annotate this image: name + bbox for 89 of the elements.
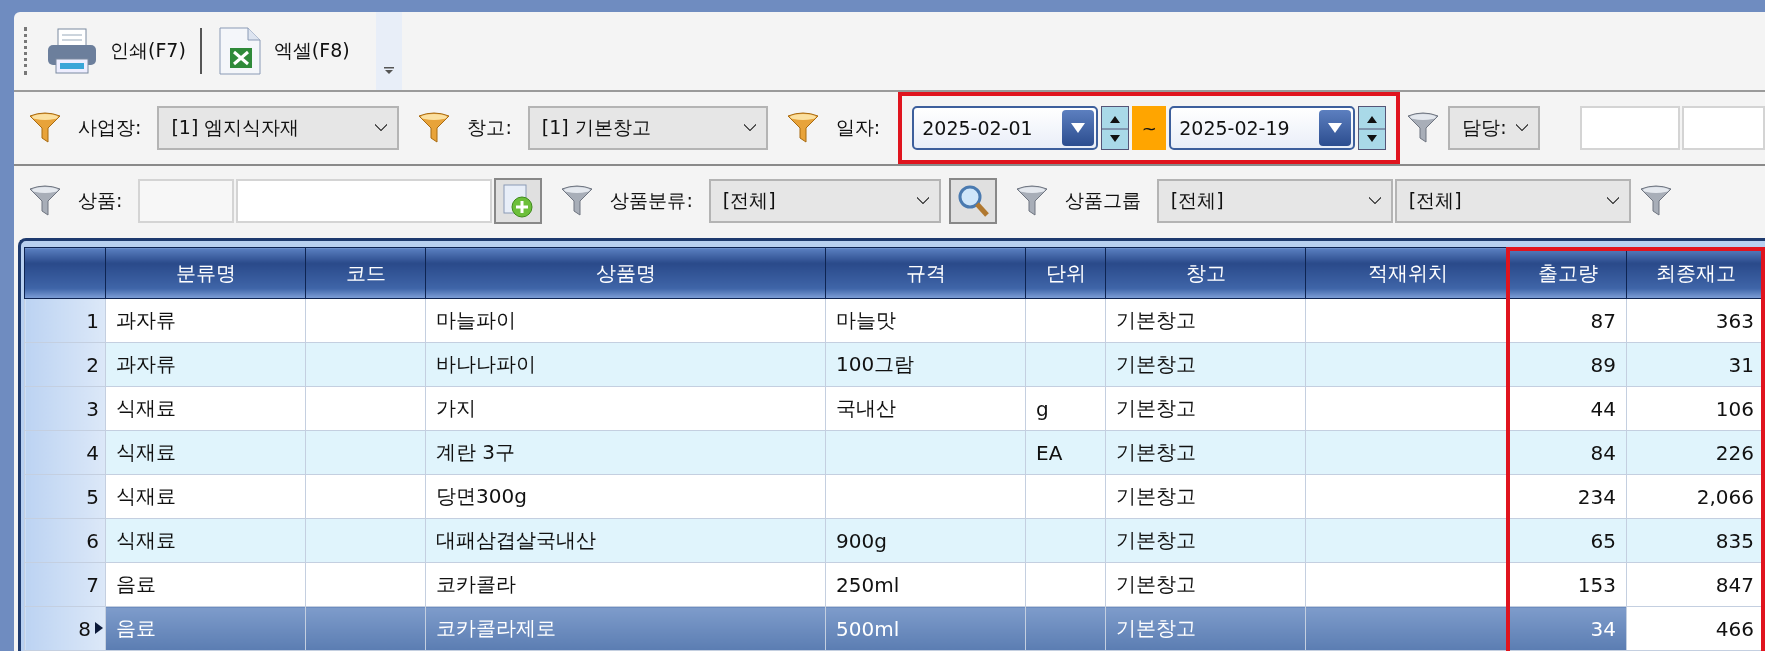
- row-number[interactable]: 2: [24, 342, 106, 387]
- table-cell: 식재료: [105, 430, 306, 475]
- dropdown[interactable]: [전체]: [1394, 179, 1631, 223]
- date-field[interactable]: 2025-02-19: [1169, 106, 1356, 150]
- input-field[interactable]: [1580, 106, 1681, 150]
- table-cell: 가지: [425, 386, 826, 431]
- dropdown[interactable]: [1] 기본창고: [527, 106, 768, 150]
- table-cell: 계란 3구: [425, 430, 826, 475]
- filter-label: 사업장:: [78, 115, 142, 140]
- filter-label: 상품그룹: [1064, 188, 1141, 213]
- table-cell: 과자류: [105, 298, 306, 343]
- manager-dropdown[interactable]: 담당:: [1448, 106, 1541, 150]
- table-cell: EA: [1025, 430, 1106, 475]
- table-cell: 과자류: [105, 342, 306, 387]
- dropdown[interactable]: [1] 엠지식자재: [157, 106, 400, 150]
- table-cell: 기본창고: [1105, 518, 1306, 563]
- column-header[interactable]: 단위: [1025, 247, 1106, 299]
- table-cell: 기본창고: [1105, 474, 1306, 519]
- table-cell: 89: [1509, 342, 1627, 387]
- column-header[interactable]: 창고: [1105, 247, 1306, 299]
- table-cell: 234: [1509, 474, 1627, 519]
- column-header[interactable]: 코드: [305, 247, 426, 299]
- range-separator: ~: [1132, 106, 1167, 150]
- table-cell: 87: [1509, 298, 1627, 343]
- table-cell: 바나나파이: [425, 342, 826, 387]
- table-cell: 코카콜라제로: [425, 606, 826, 651]
- input-field[interactable]: [1682, 106, 1765, 150]
- filter-label: 상품:: [78, 188, 123, 213]
- row-number[interactable]: 3: [24, 386, 106, 431]
- filter-icon: [1638, 185, 1673, 217]
- table-cell: 마늘파이: [425, 298, 826, 343]
- table-cell: 식재료: [105, 518, 306, 563]
- excel-button[interactable]: 엑셀(F8): [207, 22, 358, 80]
- toolbar-grip-icon: [24, 27, 30, 75]
- print-button[interactable]: 인쇄(F7): [38, 23, 194, 79]
- spin-buttons[interactable]: [1358, 106, 1387, 150]
- column-header[interactable]: 분류명: [105, 247, 306, 299]
- table-cell: 기본창고: [1105, 298, 1306, 343]
- chevron-icon: [743, 124, 756, 132]
- filter-label: 일자:: [835, 115, 881, 140]
- row-number[interactable]: 1: [24, 298, 106, 343]
- table-cell: 국내산: [825, 386, 1026, 431]
- table-cell: 44: [1509, 386, 1627, 431]
- add-button[interactable]: [494, 178, 543, 224]
- table-cell: 34: [1509, 606, 1627, 651]
- chevron-icon: [375, 124, 388, 132]
- row-number[interactable]: 7: [24, 562, 106, 607]
- date-field[interactable]: 2025-02-01: [912, 106, 1099, 150]
- row-number[interactable]: 6: [24, 518, 106, 563]
- chevron-icon: [1368, 197, 1381, 205]
- chevron-icon: [916, 197, 929, 205]
- table-cell: 대패삼겹살국내산: [425, 518, 826, 563]
- table-cell: 식재료: [105, 386, 306, 431]
- table-cell: 마늘맛: [825, 298, 1026, 343]
- filter-label: 창고:: [467, 115, 512, 140]
- table-cell: 250ml: [825, 562, 1026, 607]
- search-button[interactable]: [948, 178, 997, 224]
- table-cell: 음료: [105, 606, 306, 651]
- table-cell: 당면300g: [425, 474, 826, 519]
- current-row-icon: [95, 622, 103, 634]
- spin-buttons[interactable]: [1101, 106, 1130, 150]
- table-cell: 코카콜라: [425, 562, 826, 607]
- printer-icon: [46, 27, 98, 75]
- table-cell: 153: [1509, 562, 1627, 607]
- table-cell: 기본창고: [1105, 386, 1306, 431]
- column-header[interactable]: 규격: [825, 247, 1026, 299]
- table-cell: g: [1025, 386, 1106, 431]
- table-cell: 500ml: [825, 606, 1026, 651]
- table-cell: 음료: [105, 562, 306, 607]
- row-number[interactable]: 8: [24, 606, 106, 651]
- table-cell: 기본창고: [1105, 562, 1306, 607]
- filter-label: 상품분류:: [610, 188, 693, 213]
- table-cell: 84: [1509, 430, 1627, 475]
- table-cell: 기본창고: [1105, 606, 1306, 651]
- table-cell: 900g: [825, 518, 1026, 563]
- table-cell: 기본창고: [1105, 430, 1306, 475]
- table-cell: 식재료: [105, 474, 306, 519]
- chevron-icon: [1606, 197, 1619, 205]
- dropdown[interactable]: [전체]: [708, 179, 941, 223]
- table-cell: 100그람: [825, 342, 1026, 387]
- row-number[interactable]: 5: [24, 474, 106, 519]
- row-number[interactable]: 4: [24, 430, 106, 475]
- chevron-icon: [1516, 124, 1529, 132]
- dropdown[interactable]: [전체]: [1156, 179, 1393, 223]
- input-field[interactable]: [138, 179, 235, 223]
- input-field[interactable]: [236, 179, 493, 223]
- table-cell: 65: [1509, 518, 1627, 563]
- column-header[interactable]: 상품명: [425, 247, 826, 299]
- table-cell: 기본창고: [1105, 342, 1306, 387]
